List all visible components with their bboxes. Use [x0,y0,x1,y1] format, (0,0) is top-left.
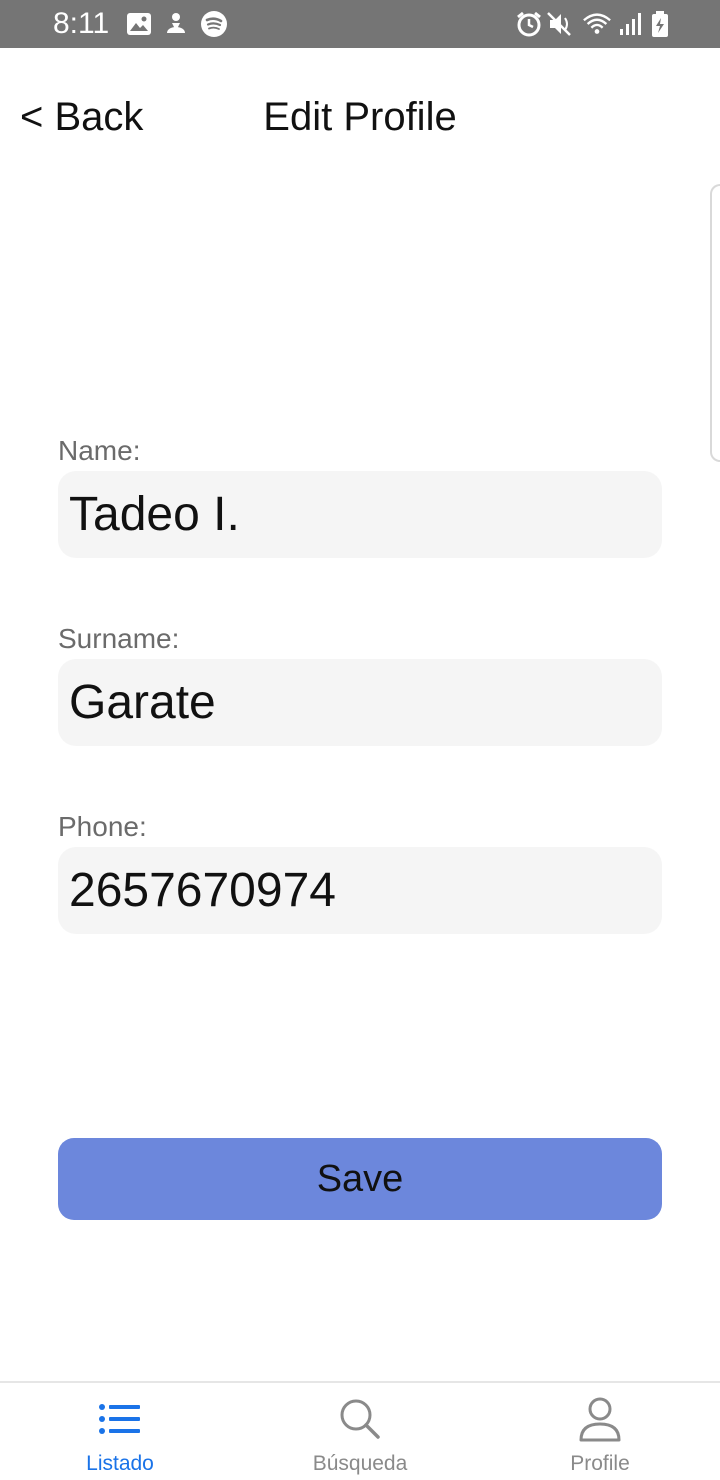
user-icon [576,1395,624,1443]
alarm-icon [514,9,544,39]
list-icon [96,1395,144,1443]
status-bar: 8:11 [0,0,720,48]
save-button[interactable]: Save [58,1138,662,1220]
surname-label: Surname: [58,623,180,654]
status-time: 8:11 [53,7,110,40]
nav-label-busqueda: Búsqueda [312,1452,408,1475]
edit-profile-screen: 8:11 Edit Profile < Back Name: Tadeo I. … [0,0,720,1480]
nav-label-profile: Profile [570,1452,630,1475]
game-icon [161,9,191,39]
bottom-nav: Listado Búsqueda Profile [0,1381,720,1480]
nav-item-busqueda[interactable]: Búsqueda [240,1383,480,1480]
wifi-icon [582,9,612,39]
nav-item-profile[interactable]: Profile [480,1383,720,1480]
nav-label-listado: Listado [86,1452,154,1475]
phone-label: Phone: [58,811,147,842]
nav-item-listado[interactable]: Listado [0,1383,240,1480]
scroll-indicator[interactable] [710,184,720,462]
image-icon [124,9,154,39]
mute-icon [545,9,575,39]
name-input[interactable] [58,471,662,558]
name-label: Name: [58,435,141,466]
spotify-icon [199,9,229,39]
surname-input[interactable] [58,659,662,746]
phone-input[interactable] [58,847,662,934]
back-button[interactable]: < Back [20,92,143,142]
signal-icon [616,9,646,39]
search-icon [336,1395,384,1443]
battery-icon [645,9,675,39]
